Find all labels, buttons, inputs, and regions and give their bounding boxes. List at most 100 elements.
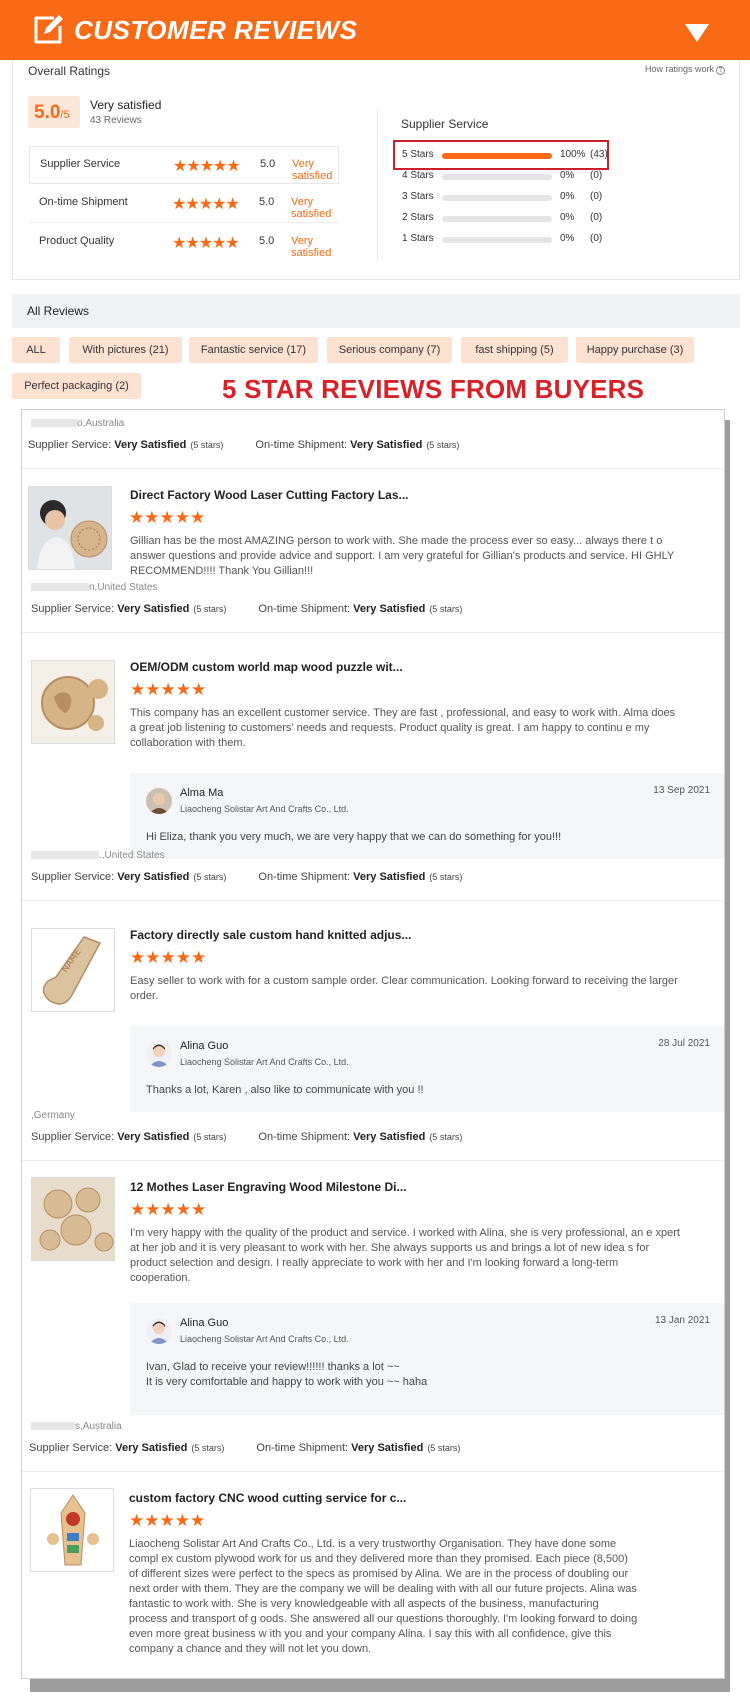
reviews-panel: o,Australia Supplier Service: Very Satis… <box>21 409 725 1679</box>
how-ratings-work-link[interactable]: How ratings work? <box>645 64 725 75</box>
rating-row-product-quality: Product Quality ★★★★★ 5.0 Very satisfied <box>29 224 339 262</box>
review-metrics: Supplier Service: Very Satisfied (5 stars… <box>29 1442 461 1454</box>
product-title[interactable]: 12 Mothes Laser Engraving Wood Milestone… <box>130 1180 407 1194</box>
rating-row-value: 5.0 <box>259 196 275 208</box>
star-row-label: 2 Stars <box>402 212 434 223</box>
product-title[interactable]: OEM/ODM custom world map wood puzzle wit… <box>130 660 403 674</box>
promo-banner-text: 5 STAR REVIEWS FROM BUYERS <box>222 374 645 404</box>
product-thumbnail[interactable] <box>30 1488 114 1572</box>
filter-chip-perfect-packaging[interactable]: Perfect packaging (2) <box>12 373 141 399</box>
filter-chip-fantastic-service[interactable]: Fantastic service (17) <box>189 337 318 363</box>
progress-track <box>442 195 552 201</box>
score-value: 5.0 <box>34 102 61 123</box>
wooden-sock-icon: NAME <box>32 929 114 1011</box>
star-rating-icon: ★★★★★ <box>129 1511 206 1530</box>
product-thumbnail[interactable] <box>31 1177 115 1261</box>
filter-chip-with-pictures[interactable]: With pictures (21) <box>69 337 182 363</box>
avatar <box>146 1318 172 1344</box>
score-badge: 5.0/5 <box>28 96 80 128</box>
star-row-count: (0) <box>590 191 603 202</box>
product-title[interactable]: Factory directly sale custom hand knitte… <box>130 928 411 942</box>
score-max: /5 <box>60 109 70 121</box>
divider <box>22 632 724 633</box>
overall-ratings-label: Overall Ratings <box>28 64 111 78</box>
reply-text: Thanks a lot, Karen , also like to commu… <box>146 1084 424 1096</box>
review-text: Liaocheng Solistar Art And Crafts Co., L… <box>129 1538 638 1655</box>
redacted-name <box>31 419 77 428</box>
rating-row-label: Supplier Service <box>40 158 121 170</box>
divider <box>377 110 378 260</box>
rating-row-text: Very satisfied <box>291 235 332 259</box>
reply-name: Alina Guo <box>180 1040 229 1052</box>
reply-company: Liaocheng Solistar Art And Crafts Co., L… <box>180 1334 349 1344</box>
star-rating-icon: ★★★★★ <box>172 235 240 252</box>
product-thumbnail[interactable]: NAME <box>31 928 115 1012</box>
product-thumbnail[interactable] <box>31 660 115 744</box>
collapse-triangle-icon[interactable] <box>685 24 709 42</box>
rating-row-label: Product Quality <box>39 235 115 247</box>
reviewer-location: o,Australia <box>31 418 124 429</box>
cnc-wood-figure-icon <box>31 1489 113 1571</box>
star-row-percent: 0% <box>560 191 575 202</box>
progress-track <box>442 237 552 243</box>
star-rating-icon: ★★★★★ <box>129 508 206 527</box>
redacted-name <box>31 1422 75 1431</box>
star-rating-icon: ★★★★★ <box>130 680 207 699</box>
star-row-percent: 0% <box>560 170 575 181</box>
redacted-name <box>31 583 89 592</box>
avatar <box>146 1041 172 1067</box>
filter-chip-fast-shipping[interactable]: fast shipping (5) <box>461 337 568 363</box>
review-text: This company has an excellent customer s… <box>130 707 676 749</box>
milestone-discs-icon <box>32 1178 114 1260</box>
person-photo-icon <box>29 487 111 569</box>
all-reviews-bar: All Reviews <box>12 294 740 328</box>
edit-icon <box>34 15 63 44</box>
seller-reply: Alma Ma Liaocheng Solistar Art And Craft… <box>130 773 724 859</box>
overall-ratings-panel: Overall Ratings How ratings work? 5.0/5 … <box>12 60 740 280</box>
reviewer-location: ,Germany <box>31 1110 75 1121</box>
world-map-puzzle-icon <box>32 661 114 743</box>
filter-chip-serious-company[interactable]: Serious company (7) <box>327 337 452 363</box>
review-count: 43 Reviews <box>90 115 142 126</box>
reviewer-location: s,Australia <box>31 1421 122 1432</box>
review-metrics: Supplier Service: Very Satisfied (5 stars… <box>28 439 460 451</box>
filter-chip-all[interactable]: ALL <box>12 337 60 363</box>
reply-date: 13 Jan 2021 <box>654 1315 710 1326</box>
review-metrics: Supplier Service: Very Satisfied (5 stars… <box>31 603 463 615</box>
rating-row-supplier-service: Supplier Service ★★★★★ 5.0 Very satisfie… <box>29 146 339 184</box>
star-row-percent: 0% <box>560 233 575 244</box>
star-row-count: (0) <box>590 233 603 244</box>
review-metrics: Supplier Service: Very Satisfied (5 stars… <box>31 1131 463 1143</box>
reply-company: Liaocheng Solistar Art And Crafts Co., L… <box>180 1057 349 1067</box>
product-title[interactable]: Direct Factory Wood Laser Cutting Factor… <box>130 488 409 502</box>
review-text: Gillian has be the most AMAZING person t… <box>130 535 675 577</box>
product-title[interactable]: custom factory CNC wood cutting service … <box>129 1491 406 1505</box>
star-row-percent: 0% <box>560 212 575 223</box>
reply-company: Liaocheng Solistar Art And Crafts Co., L… <box>180 804 349 814</box>
star-row-count: (43) <box>590 149 608 160</box>
reply-text: Hi Eliza, thank you very much, we are ve… <box>146 831 562 843</box>
question-icon: ? <box>716 66 725 75</box>
star-row-label: 4 Stars <box>402 170 434 181</box>
reply-name: Alma Ma <box>180 787 224 799</box>
progress-track <box>442 174 552 180</box>
filter-chip-happy-purchase[interactable]: Happy purchase (3) <box>576 337 694 363</box>
seller-reply: Alina Guo Liaocheng Solistar Art And Cra… <box>130 1303 724 1415</box>
star-row-percent: 100% <box>560 149 586 160</box>
star-rating-icon: ★★★★★ <box>173 158 241 175</box>
divider <box>22 1160 724 1161</box>
star-rating-icon: ★★★★★ <box>130 948 207 967</box>
reply-text: Ivan, Glad to receive your review!!!!!! … <box>146 1361 428 1388</box>
supplier-service-title: Supplier Service <box>401 117 489 131</box>
rating-row-text: Very satisfied <box>292 158 333 182</box>
product-thumbnail[interactable] <box>28 486 112 570</box>
star-row-count: (0) <box>590 212 603 223</box>
review-text: I'm very happy with the quality of the p… <box>130 1227 680 1284</box>
progress-track <box>442 216 552 222</box>
star-rating-icon: ★★★★★ <box>130 1200 207 1219</box>
divider <box>22 900 724 901</box>
all-reviews-title: All Reviews <box>27 304 90 318</box>
reviewer-location: .,United States <box>31 850 165 861</box>
divider <box>22 1471 724 1472</box>
star-row-label: 1 Stars <box>402 233 434 244</box>
